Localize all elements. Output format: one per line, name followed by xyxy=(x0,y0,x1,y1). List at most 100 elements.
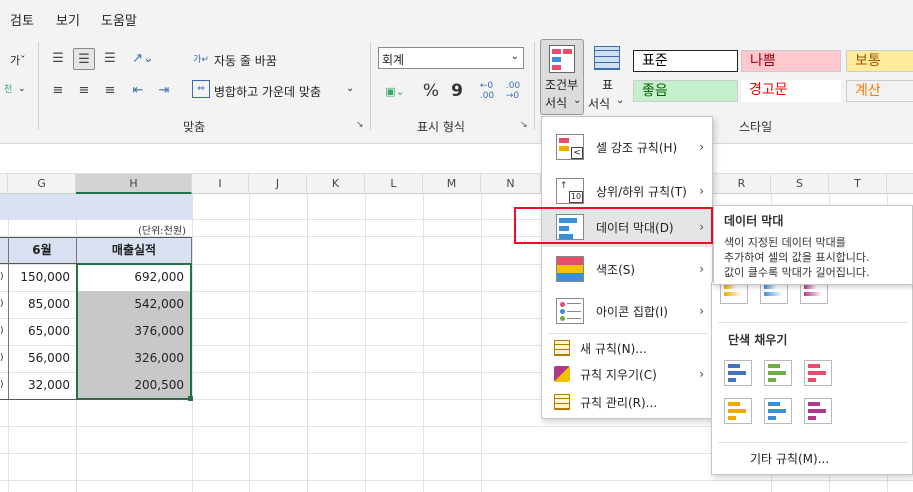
menu-item-clear-rules[interactable]: 규칙 지우기(C) › xyxy=(542,363,712,385)
solid-fill-bar xyxy=(768,416,776,420)
conditional-formatting-menu: < 셀 강조 규칙(H) › ↑ 10 상위/하위 규칙(T) › 데이터 막대… xyxy=(541,116,713,419)
chevron-down-icon[interactable]: ⌄ xyxy=(18,84,26,94)
solid-fill-red-icon[interactable] xyxy=(804,360,832,386)
tooltip-title: 데이터 막대 xyxy=(724,214,784,228)
chevron-down-icon[interactable]: ⌄ xyxy=(346,83,354,94)
separator xyxy=(38,42,39,130)
tab-view[interactable]: 보기 xyxy=(56,10,80,29)
decrease-indent-icon[interactable]: ⇤ xyxy=(128,80,148,100)
comma-style-icon[interactable]: 9 xyxy=(448,80,466,102)
header-june[interactable]: 6월 xyxy=(8,237,76,263)
menu-item-icon-sets[interactable]: 아이콘 집합(I) › xyxy=(542,291,712,331)
style-neutral[interactable]: 보통 xyxy=(846,50,913,72)
conditional-formatting-icon xyxy=(549,45,575,73)
conditional-formatting-button[interactable]: 조건부 서식 ⌄ xyxy=(540,39,584,115)
dialog-launcher-icon[interactable]: ↘ xyxy=(520,120,528,130)
column-header-l[interactable]: L xyxy=(365,174,423,194)
menu-label: 상위/하위 규칙(T) xyxy=(596,184,687,199)
more-rules-item[interactable]: 기타 규칙(M)... xyxy=(750,450,829,467)
highlight-box xyxy=(514,207,713,244)
cell-h-5[interactable]: 200,500 xyxy=(76,372,184,398)
style-calculation[interactable]: 계산 xyxy=(846,80,913,102)
solid-fill-blue-icon[interactable] xyxy=(724,360,752,386)
column-header-g[interactable]: G xyxy=(8,174,76,194)
menu-item-new-rule[interactable]: 새 규칙(N)... xyxy=(542,337,712,359)
cell-h-4[interactable]: 326,000 xyxy=(76,345,184,371)
format-as-table-icon xyxy=(594,46,620,70)
tab-review[interactable]: 검토 xyxy=(10,10,34,29)
solid-fill-bar xyxy=(768,364,780,368)
align-right-icon[interactable]: ≡ xyxy=(100,80,120,100)
align-left-icon[interactable]: ≡ xyxy=(48,80,68,100)
wrap-text-label[interactable]: 자동 줄 바꿈 xyxy=(214,52,277,69)
column-header[interactable] xyxy=(0,174,8,194)
column-header-r[interactable]: R xyxy=(713,174,771,194)
cell-g-1[interactable]: 150,000 xyxy=(8,264,70,290)
cell-g-2[interactable]: 85,000 xyxy=(8,291,70,317)
column-header-i[interactable]: I xyxy=(192,174,249,194)
column-header-j[interactable]: J xyxy=(249,174,307,194)
style-normal[interactable]: 표준 xyxy=(633,50,738,72)
column-header-h[interactable]: H xyxy=(76,174,192,194)
font-color-icon[interactable]: 가ˇ xyxy=(10,52,26,68)
tooltip-line-1: 색이 지정된 데이터 막대를 xyxy=(724,236,846,249)
percent-icon[interactable]: % xyxy=(420,80,442,102)
phonetic-icon[interactable]: 천 xyxy=(4,82,12,95)
header-sales[interactable]: 매출실적 xyxy=(76,237,192,263)
gradient-fill-orange-icon[interactable] xyxy=(720,282,748,304)
cell-g-3[interactable]: 65,000 xyxy=(8,318,70,344)
grid-line xyxy=(423,194,424,492)
chevron-right-icon: › xyxy=(699,262,704,276)
solid-fill-bar xyxy=(728,409,746,413)
accounting-format-icon[interactable]: ▣⌄ xyxy=(380,81,410,101)
menu-label: 셀 강조 규칙(H) xyxy=(596,140,678,155)
chevron-down-icon: ⌄ xyxy=(573,95,582,106)
solid-fill-purple-icon[interactable] xyxy=(804,398,832,424)
increase-indent-icon[interactable]: ⇥ xyxy=(154,80,174,100)
column-header-t[interactable]: T xyxy=(829,174,887,194)
highlight-rules-icon: < xyxy=(556,134,584,160)
ribbon: 가ˇ 천 ⌄ ☰ ☰ ☰ ↗⌄ ≡ ≡ ≡ ⇤ ⇥ 가↵ 자동 줄 바꿈 ⇔ 병… xyxy=(0,36,913,144)
orientation-icon[interactable]: ↗⌄ xyxy=(126,48,160,68)
align-bottom-icon[interactable]: ☰ xyxy=(100,48,120,68)
cell-h-2[interactable]: 542,000 xyxy=(76,291,184,317)
merge-center-icon[interactable]: ⇔ xyxy=(192,80,210,98)
format-as-table-label-1: 표 xyxy=(602,78,614,92)
gradient-fill-purple-icon[interactable] xyxy=(800,282,828,304)
column-header-s[interactable]: S xyxy=(771,174,829,194)
column-header-m[interactable]: M xyxy=(423,174,481,194)
align-center-icon[interactable]: ≡ xyxy=(74,80,94,100)
cell-h-3[interactable]: 376,000 xyxy=(76,318,184,344)
solid-fill-lightblue-icon[interactable] xyxy=(764,398,792,424)
unit-note: (단위:천원) xyxy=(138,226,186,237)
align-middle-icon[interactable]: ☰ xyxy=(73,48,95,70)
column-header-n[interactable]: N xyxy=(481,174,541,194)
gradient-fill-lightblue-icon[interactable] xyxy=(760,282,788,304)
icon-sets-icon xyxy=(556,298,584,324)
wrap-text-icon[interactable]: 가↵ xyxy=(192,48,210,68)
cell-h-1[interactable]: 692,000 xyxy=(76,264,184,290)
menu-item-manage-rules[interactable]: 규칙 관리(R)... xyxy=(542,391,712,413)
style-good[interactable]: 좋음 xyxy=(633,80,738,102)
cell-g-4[interactable]: 56,000 xyxy=(8,345,70,371)
merge-center-label[interactable]: 병합하고 가운데 맞춤 xyxy=(214,83,321,100)
tab-help[interactable]: 도움말 xyxy=(101,10,137,29)
style-warning[interactable]: 경고문 xyxy=(741,80,841,102)
menu-item-highlight-rules[interactable]: < 셀 강조 규칙(H) › xyxy=(542,125,712,169)
eraser-icon xyxy=(554,366,570,382)
increase-decimal-icon[interactable]: ←0.00 xyxy=(476,80,498,102)
decrease-decimal-icon[interactable]: .00 →0 xyxy=(502,80,524,102)
number-format-select[interactable]: 회계 ⌄ xyxy=(378,47,524,69)
solid-fill-bar xyxy=(768,378,776,382)
solid-fill-green-icon[interactable] xyxy=(764,360,792,386)
solid-fill-bar xyxy=(808,364,820,368)
solid-fill-orange-icon[interactable] xyxy=(724,398,752,424)
format-as-table-button[interactable]: 표 서식 ⌄ xyxy=(588,39,628,115)
menu-item-color-scales[interactable]: 색조(S) › xyxy=(542,249,712,289)
column-header-k[interactable]: K xyxy=(307,174,365,194)
dialog-launcher-icon[interactable]: ↘ xyxy=(356,120,364,130)
conditional-formatting-label-1: 조건부 xyxy=(545,78,579,92)
align-top-icon[interactable]: ☰ xyxy=(48,48,68,68)
style-bad[interactable]: 나쁨 xyxy=(741,50,841,72)
cell-g-5[interactable]: 32,000 xyxy=(8,372,70,398)
